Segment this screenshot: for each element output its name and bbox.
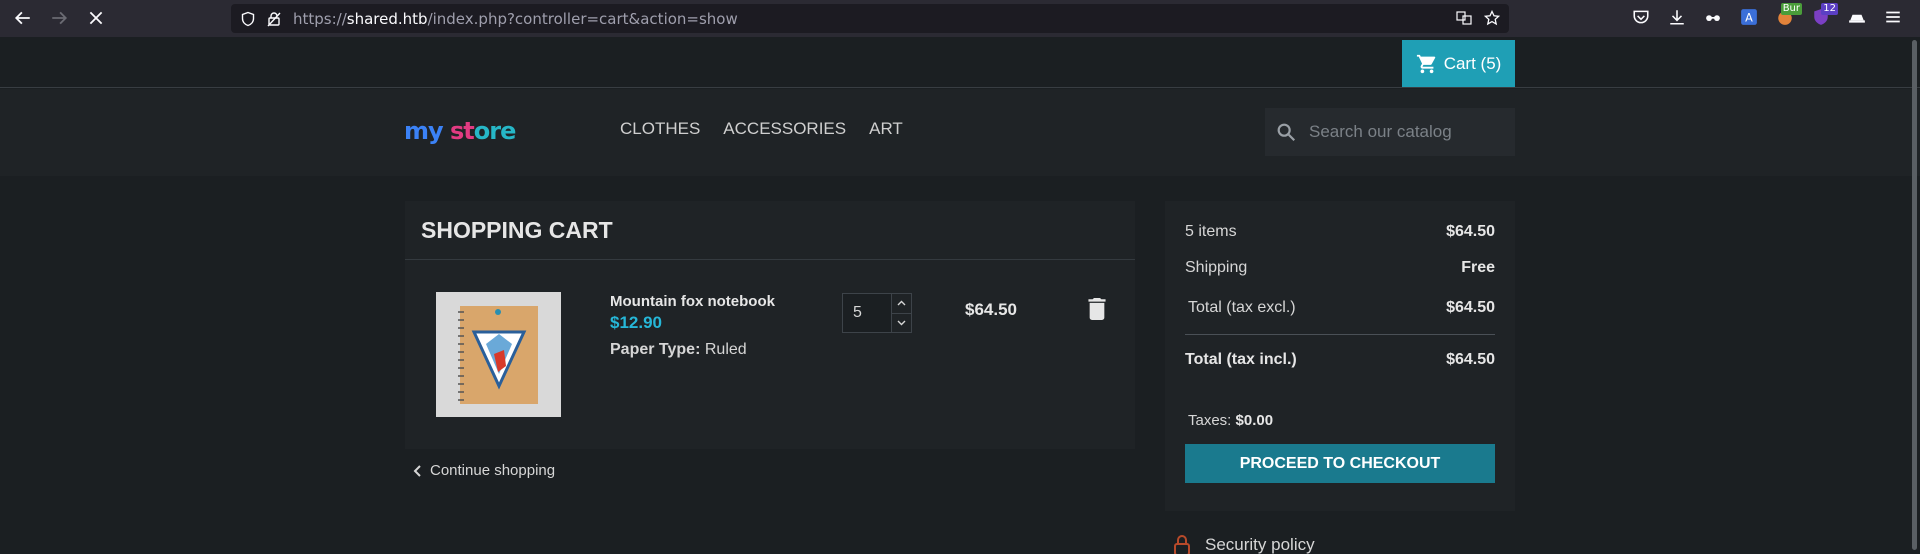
pocket-icon[interactable] [1630,5,1652,29]
cart-divider [405,259,1135,260]
quantity-stepper [842,293,912,333]
store-logo[interactable]: my store [404,117,517,145]
url-prefix: https:// [293,9,347,28]
summary-total-incl-label: Total (tax incl.) [1185,351,1297,368]
product-attribute: Paper Type: Ruled [610,341,747,359]
translate-icon[interactable] [1455,9,1473,27]
forward-button[interactable] [46,6,72,30]
search-icon[interactable] [1275,121,1297,143]
stop-loading-button[interactable] [83,6,109,30]
summary-items-value: $64.50 [1446,223,1495,240]
extension-hat-icon[interactable] [1846,5,1868,29]
notebook-image-icon [458,305,538,404]
browser-toolbar: https://shared.htb/index.php?controller=… [0,0,1920,37]
menu-item-art[interactable]: ART [869,119,903,139]
extension-translate-icon[interactable]: A [1738,5,1760,29]
summary-total-excl-label: Total (tax excl.) [1188,299,1296,316]
back-arrow-icon [14,11,30,25]
url-path: /index.php?controller=cart&action=show [427,9,738,28]
site-header: my store CLOTHES ACCESSORIES ART [0,89,1920,176]
extension-burp-icon[interactable]: Bur [1774,3,1802,29]
summary-total-excl-row: Total (tax excl.) $64.50 [1185,299,1495,317]
taxes-value: $0.00 [1235,412,1274,429]
taxes-label: Taxes: [1188,412,1232,429]
quantity-buttons [892,293,912,333]
extension-glasses-icon[interactable] [1702,5,1724,29]
shield-icon[interactable] [239,10,257,28]
proceed-to-checkout-button[interactable]: PROCEED TO CHECKOUT [1185,444,1495,483]
continue-shopping-label: Continue shopping [430,462,556,479]
summary-divider [1185,334,1495,335]
site-topbar: Cart (5) [0,37,1920,88]
summary-taxes: Taxes: $0.00 [1188,412,1273,429]
lock-warning-icon[interactable] [265,10,283,28]
search-box [1265,108,1515,156]
summary-items-label: 5 items [1185,223,1237,240]
cart-summary: 5 items $64.50 Shipping Free Total (tax … [1165,201,1515,511]
attribute-label: Paper Type: [610,341,701,358]
security-lock-icon [1174,535,1190,554]
quantity-decrease-button[interactable] [892,313,912,333]
quantity-input[interactable] [842,293,892,333]
hamburger-menu-icon[interactable] [1882,5,1904,29]
cart-label: Cart (5) [1443,53,1502,73]
page-scrollbar[interactable] [1912,40,1917,550]
address-bar[interactable]: https://shared.htb/index.php?controller=… [231,4,1509,33]
cart-title: SHOPPING CART [421,217,613,243]
search-input[interactable] [1309,122,1499,142]
extension-ublock-icon[interactable]: 12 [1810,3,1838,29]
logo-part-1: my [404,117,444,145]
logo-part-3: ore [473,117,517,145]
product-image[interactable] [436,292,561,417]
menu-item-accessories[interactable]: ACCESSORIES [723,119,846,139]
logo-space [443,117,450,145]
main-menu: CLOTHES ACCESSORIES ART [620,119,903,139]
cart-panel: SHOPPING CART Mountain fox notebook $12.… [405,201,1135,449]
menu-item-clothes[interactable]: CLOTHES [620,119,700,139]
reassurance-security: Security policy [1173,534,1315,554]
product-unit-price: $12.90 [610,313,662,332]
cart-button[interactable]: Cart (5) [1402,40,1515,87]
bookmark-star-icon[interactable] [1483,9,1501,27]
chevron-left-icon [413,464,421,477]
url-text[interactable]: https://shared.htb/index.php?controller=… [293,10,738,28]
forward-arrow-icon [52,11,68,25]
summary-total-incl-row: Total (tax incl.) $64.50 [1185,351,1495,369]
extension-badge-count: 12 [1821,3,1838,15]
summary-total-incl-value: $64.50 [1446,351,1495,368]
summary-shipping-value: Free [1461,259,1495,276]
close-icon [89,11,103,25]
logo-part-2: st [450,117,475,145]
chevron-down-icon [897,320,906,326]
security-policy-label: Security policy [1205,535,1315,554]
summary-shipping-label: Shipping [1185,259,1248,276]
url-host: shared.htb [346,9,428,28]
svg-text:A: A [1745,12,1753,25]
line-total: $64.50 [965,300,1017,319]
summary-items-row: 5 items $64.50 [1185,223,1495,241]
continue-shopping-link[interactable]: Continue shopping [412,462,555,479]
chevron-up-icon [897,300,906,306]
back-button[interactable] [10,6,36,30]
summary-shipping-row: Shipping Free [1185,259,1495,277]
attribute-value: Ruled [704,341,747,358]
downloads-icon[interactable] [1666,5,1688,29]
product-name[interactable]: Mountain fox notebook [610,293,775,310]
delete-trash-icon[interactable] [1088,298,1106,320]
shopping-cart-icon [1416,54,1435,73]
summary-total-excl-value: $64.50 [1446,299,1495,316]
extension-badge-bur: Bur [1780,3,1802,15]
quantity-increase-button[interactable] [892,293,912,314]
